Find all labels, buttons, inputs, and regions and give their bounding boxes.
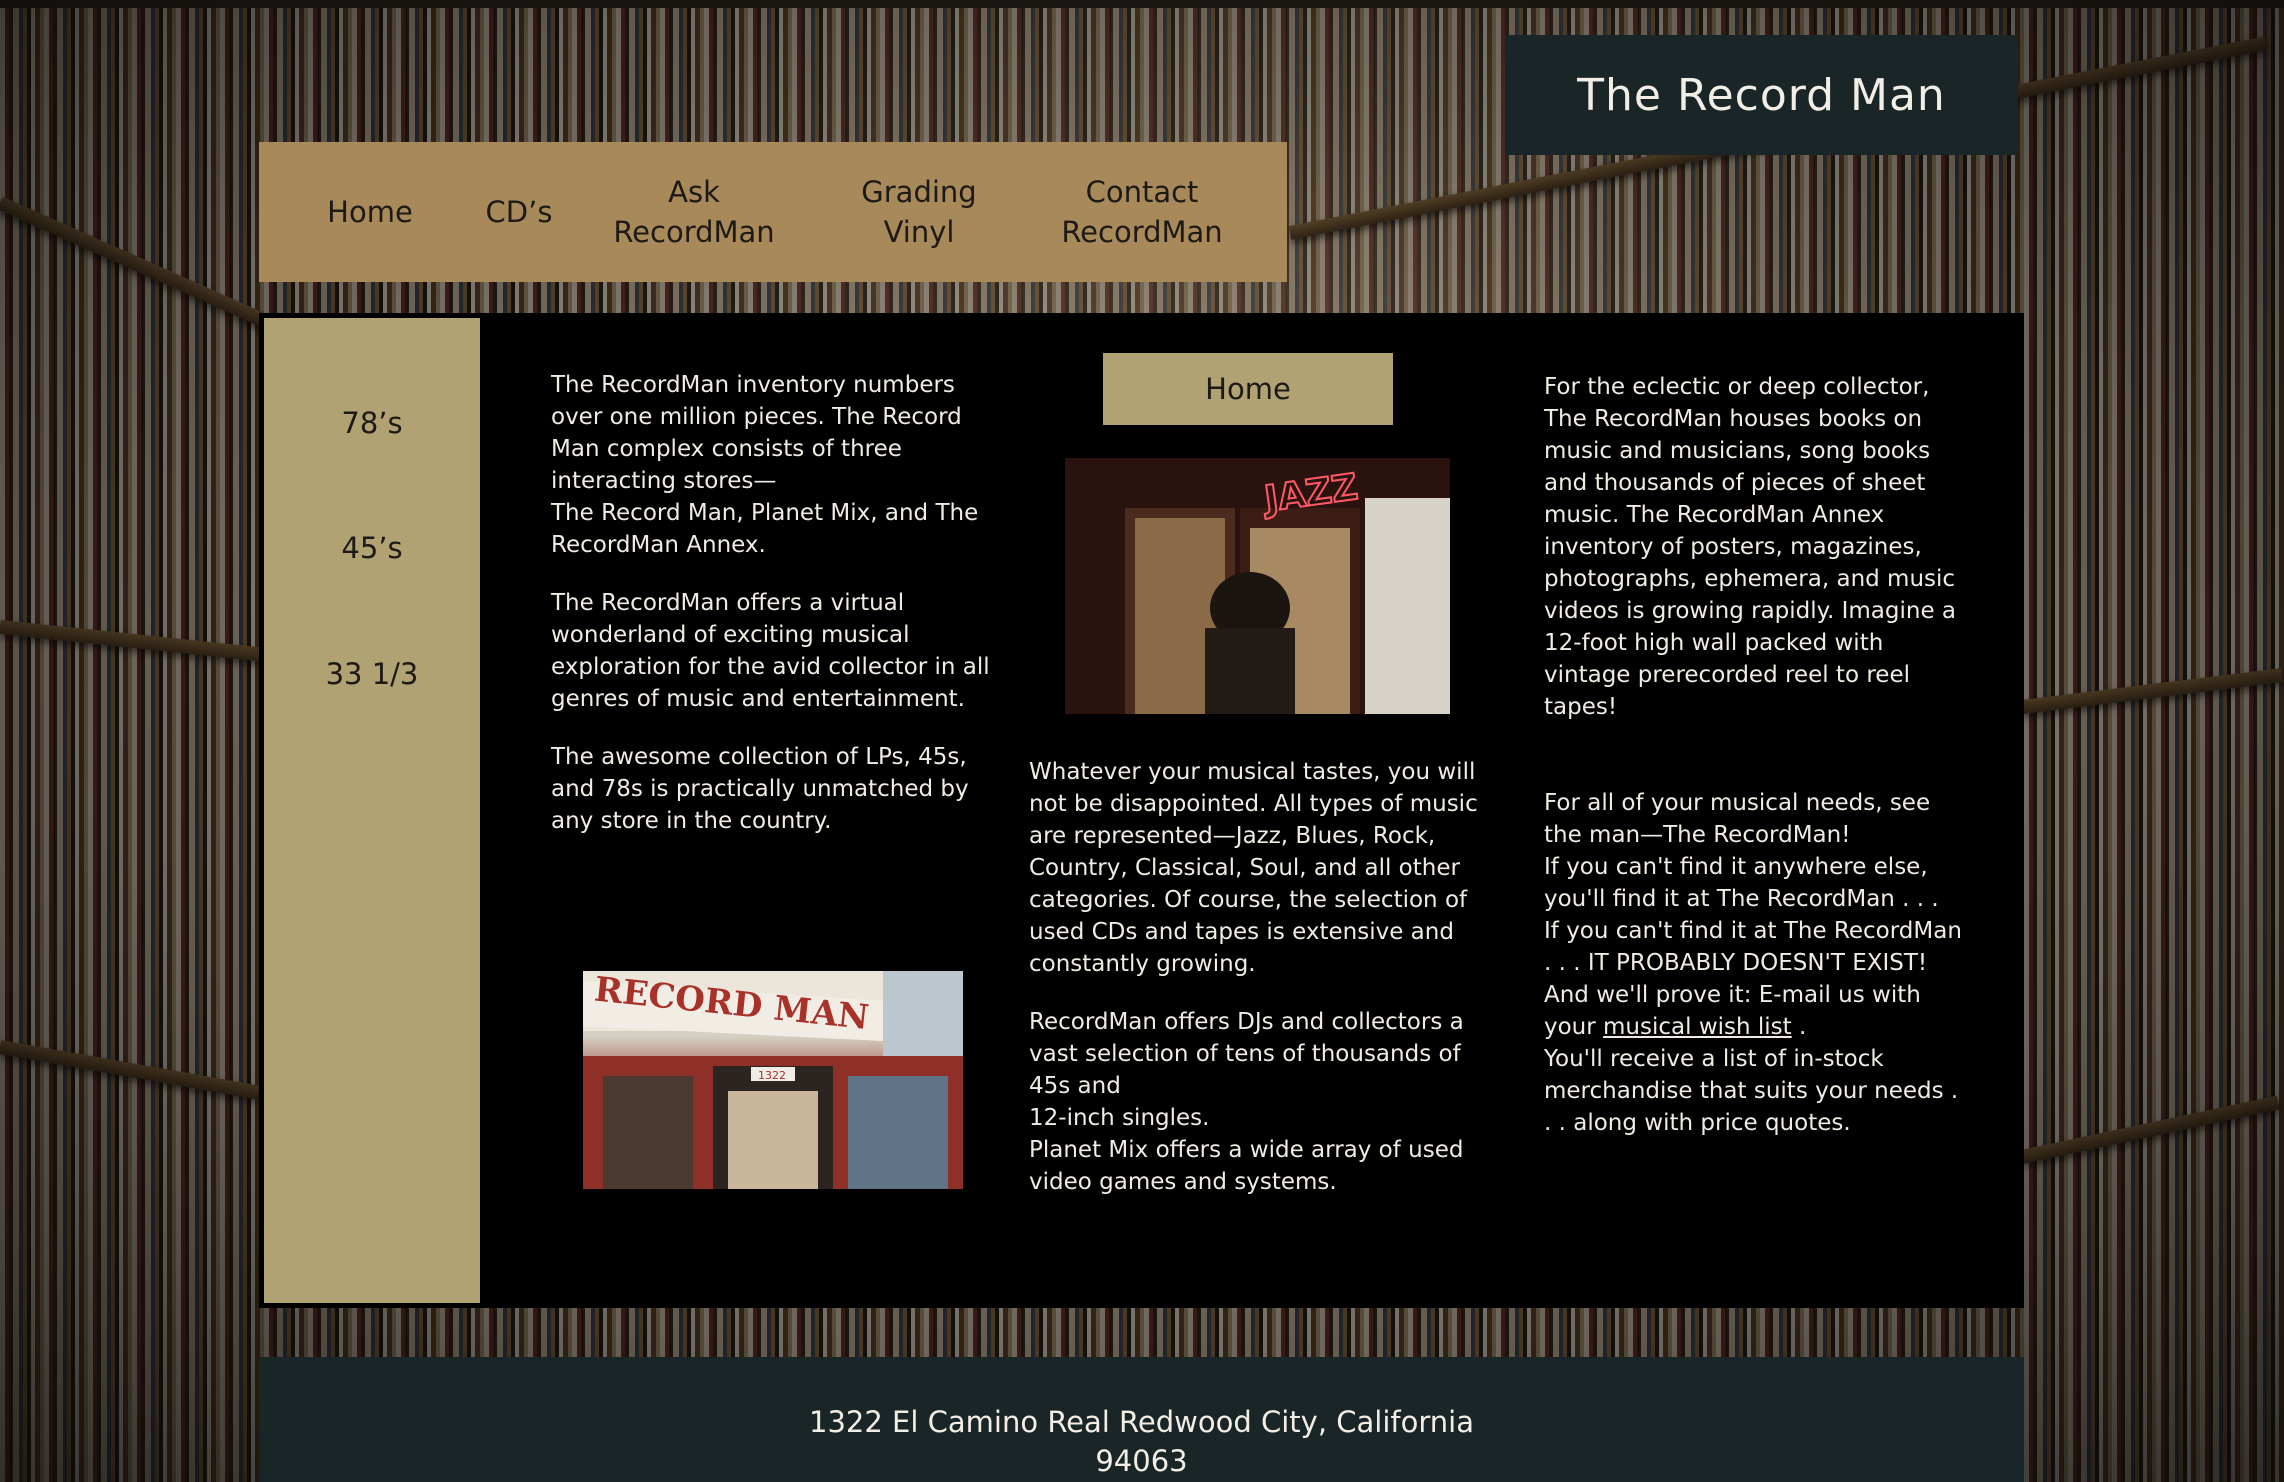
- storefront-illustration: RECORD MAN 1322: [583, 971, 963, 1189]
- main-content: 78’s 45’s 33 1/3 The RecordMan inventory…: [259, 313, 2024, 1308]
- intro-paragraph-3: The awesome collection of LPs, 45s, and 7…: [551, 744, 969, 834]
- site-title-box: The Record Man: [1505, 35, 2018, 155]
- collector-paragraph-1: For the eclectic or deep collector, The R…: [1544, 374, 1957, 720]
- column-selection: Whatever your musical tastes, you will no…: [1029, 756, 1489, 1198]
- musical-wish-list-link[interactable]: musical wish list: [1603, 1014, 1792, 1040]
- collector-paragraph-2: For all of your musical needs, see the ma…: [1544, 790, 1962, 1136]
- sidebar-item-33-1-3[interactable]: 33 1/3: [264, 657, 480, 691]
- sidebar-item-45s[interactable]: 45’s: [264, 531, 480, 565]
- selection-paragraph-1: Whatever your musical tastes, you will no…: [1029, 759, 1478, 977]
- sidebar: 78’s 45’s 33 1/3: [264, 318, 480, 1303]
- home-badge[interactable]: Home: [1103, 353, 1393, 425]
- site-title: The Record Man: [1577, 69, 1946, 121]
- nav-ask-recordman[interactable]: Ask RecordMan: [604, 142, 784, 282]
- storefront-number-text: 1322: [758, 1069, 786, 1082]
- column-intro: The RecordMan inventory numbers over one …: [551, 369, 991, 863]
- column-collector: For the eclectic or deep collector, The R…: [1544, 371, 1994, 1139]
- sidebar-item-78s[interactable]: 78’s: [264, 406, 480, 440]
- selection-paragraph-2: RecordMan offers DJs and collectors a vas…: [1029, 1009, 1464, 1195]
- intro-paragraph-2: The RecordMan offers a virtual wonderland…: [551, 590, 990, 712]
- jazz-illustration: JAZZ: [1065, 458, 1450, 714]
- nav-contact-label: Contact RecordMan: [1061, 175, 1223, 249]
- nav-cds-label: CD’s: [485, 195, 553, 229]
- nav-grading-label: Grading Vinyl: [861, 175, 977, 249]
- nav-home-label: Home: [327, 195, 413, 229]
- footer-address: 1322 El Camino Real Redwood City, Califo…: [259, 1357, 2024, 1482]
- storefront-photo: RECORD MAN 1322: [583, 971, 963, 1189]
- address-line-2: 94063: [1095, 1444, 1188, 1478]
- nav-home[interactable]: Home: [300, 142, 440, 282]
- main-nav: Home CD’s Ask RecordMan Grading Vinyl Cont…: [259, 142, 1287, 282]
- nav-cds[interactable]: CD’s: [469, 142, 569, 282]
- nav-grading-vinyl[interactable]: Grading Vinyl: [834, 142, 1004, 282]
- intro-paragraph-1: The RecordMan inventory numbers over one …: [551, 372, 979, 558]
- address-line-1: 1322 El Camino Real Redwood City, Califo…: [809, 1405, 1474, 1439]
- nav-contact-recordman[interactable]: Contact RecordMan: [1047, 142, 1237, 282]
- nav-ask-label: Ask RecordMan: [613, 175, 775, 249]
- jazz-store-photo: JAZZ: [1065, 458, 1450, 714]
